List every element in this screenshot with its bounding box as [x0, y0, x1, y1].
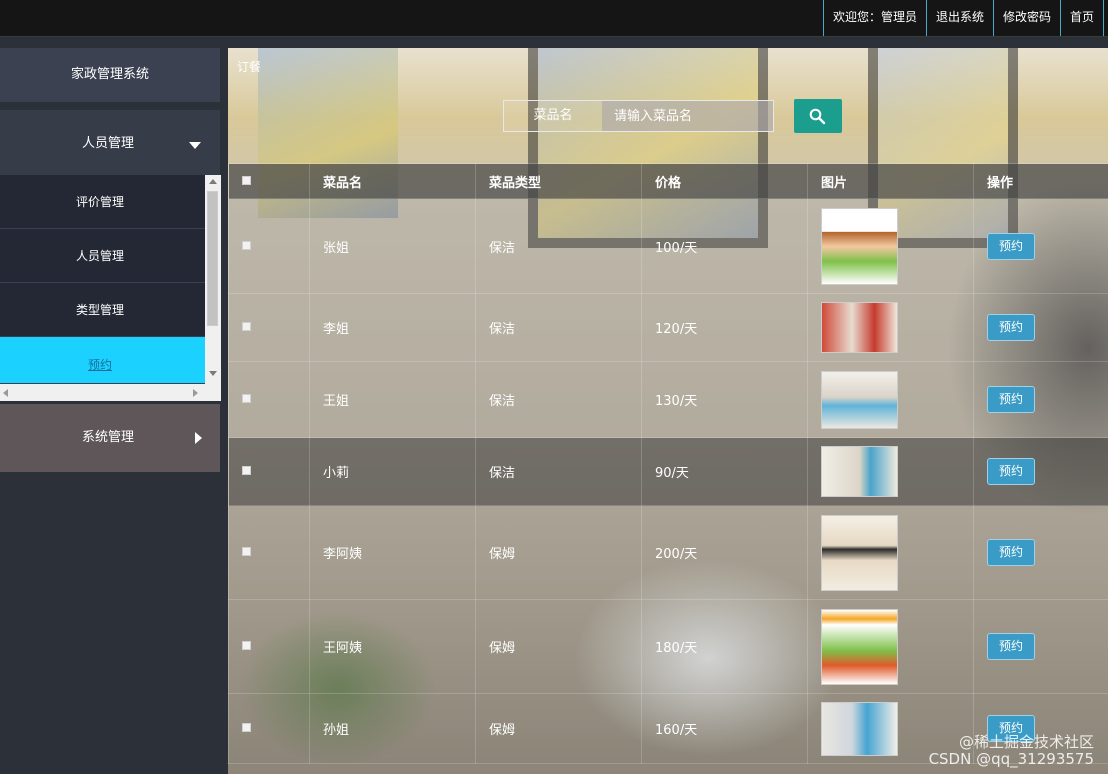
column-header: 操作 — [973, 163, 1108, 199]
row-checkbox[interactable] — [242, 723, 251, 732]
table-row: 王阿姨 保姆 180/天 预约 — [228, 599, 1108, 694]
name-cell: 王姐 — [309, 361, 476, 438]
worker-photo — [821, 370, 898, 429]
sidebar-item-booking[interactable]: 预约 — [0, 337, 205, 384]
search-icon — [809, 108, 826, 125]
sidebar-item-type[interactable]: 类型管理 — [0, 283, 205, 337]
scroll-up-icon[interactable] — [209, 179, 217, 184]
price-cell: 160/天 — [641, 693, 808, 764]
submenu-list: 评价管理 人员管理 类型管理 预约 — [0, 175, 205, 384]
price-cell: 120/天 — [641, 293, 808, 362]
sidebar-group-label: 系统管理 — [82, 430, 135, 445]
type-cell: 保洁 — [475, 293, 642, 362]
row-checkbox[interactable] — [242, 394, 251, 403]
horizontal-scrollbar[interactable] — [0, 385, 205, 401]
watermark: @稀土掘金技术社区 CSDN @qq_31293575 — [929, 734, 1094, 768]
worker-photo — [821, 446, 898, 497]
type-cell: 保姆 — [475, 505, 642, 600]
sidebar-item-personnel[interactable]: 人员管理 — [0, 229, 205, 283]
price-cell: 130/天 — [641, 361, 808, 438]
type-cell: 保洁 — [475, 198, 642, 294]
table-row: 李姐 保洁 120/天 预约 — [228, 293, 1108, 362]
search-box: 菜品名 — [503, 100, 774, 132]
scroll-right-icon[interactable] — [193, 389, 198, 397]
price-cell: 200/天 — [641, 505, 808, 600]
type-cell: 保洁 — [475, 361, 642, 438]
search-input[interactable] — [602, 101, 773, 131]
system-title: 家政管理系统 — [0, 48, 220, 102]
select-all-checkbox[interactable] — [242, 175, 251, 185]
worker-photo — [821, 302, 898, 353]
table-row: 王姐 保洁 130/天 预约 — [228, 361, 1108, 438]
sidebar: 家政管理系统 人员管理 评价管理 人员管理 类型管理 预约 系统管理 — [0, 37, 228, 774]
price-cell: 100/天 — [641, 198, 808, 294]
column-header: 图片 — [807, 163, 974, 199]
row-checkbox[interactable] — [242, 547, 251, 556]
watermark-line: CSDN @qq_31293575 — [928, 750, 1094, 768]
type-cell: 保洁 — [475, 437, 642, 506]
book-button[interactable]: 预约 — [987, 232, 1035, 260]
worker-photo — [821, 608, 898, 685]
welcome-user-link[interactable]: 欢迎您：管理员 — [822, 0, 926, 36]
book-button[interactable]: 预约 — [987, 386, 1035, 413]
worker-photo — [821, 514, 898, 591]
vertical-scrollbar[interactable] — [205, 175, 221, 385]
scrollbar-thumb[interactable] — [207, 191, 218, 326]
scroll-left-icon[interactable] — [3, 389, 8, 397]
breadcrumb: 订餐 — [237, 60, 262, 74]
row-checkbox[interactable] — [242, 322, 251, 331]
column-header: 菜品类型 — [475, 163, 642, 199]
main-content: 订餐 菜品名 菜品名 菜品类型 价格 图片 操作 — [228, 48, 1108, 774]
home-link[interactable]: 首页 — [1059, 0, 1104, 36]
name-cell: 孙姐 — [309, 693, 476, 764]
book-button[interactable]: 预约 — [987, 539, 1035, 566]
booking-table: 菜品名 菜品类型 价格 图片 操作 张姐 保洁 100/天 预约 李姐 保洁 1… — [228, 163, 1108, 764]
watermark-line: @稀土掘金技术社区 — [958, 733, 1094, 751]
sidebar-group-system[interactable]: 系统管理 — [0, 404, 220, 472]
table-header-row: 菜品名 菜品类型 价格 图片 操作 — [228, 163, 1108, 199]
name-cell: 张姐 — [309, 198, 476, 294]
logout-link[interactable]: 退出系统 — [925, 0, 993, 36]
top-nav: 欢迎您：管理员 退出系统 修改密码 首页 — [822, 0, 1104, 36]
change-password-link[interactable]: 修改密码 — [992, 0, 1060, 36]
column-header: 菜品名 — [309, 163, 476, 199]
top-bar: 欢迎您：管理员 退出系统 修改密码 首页 — [0, 0, 1108, 37]
worker-photo — [821, 207, 898, 285]
search-button[interactable] — [794, 99, 842, 133]
name-cell: 王阿姨 — [309, 599, 476, 694]
book-button[interactable]: 预约 — [987, 314, 1035, 341]
name-cell: 李阿姨 — [309, 505, 476, 600]
sidebar-group-label: 人员管理 — [82, 136, 135, 151]
type-cell: 保姆 — [475, 693, 642, 764]
price-cell: 90/天 — [641, 437, 808, 506]
price-cell: 180/天 — [641, 599, 808, 694]
sidebar-item-review[interactable]: 评价管理 — [0, 175, 205, 229]
sidebar-group-personnel[interactable]: 人员管理 — [0, 110, 220, 178]
sidebar-submenu: 评价管理 人员管理 类型管理 预约 — [0, 175, 221, 401]
name-cell: 李姐 — [309, 293, 476, 362]
search-label: 菜品名 — [533, 108, 573, 123]
scroll-down-icon[interactable] — [209, 371, 217, 376]
column-header: 价格 — [641, 163, 808, 199]
table-row: 李阿姨 保姆 200/天 预约 — [228, 505, 1108, 600]
row-checkbox[interactable] — [242, 466, 251, 475]
table-row: 张姐 保洁 100/天 预约 — [228, 198, 1108, 294]
table-row: 小莉 保洁 90/天 预约 — [228, 437, 1108, 506]
worker-photo — [821, 701, 898, 756]
type-cell: 保姆 — [475, 599, 642, 694]
select-all-cell — [228, 163, 310, 199]
caret-down-icon — [189, 142, 201, 149]
book-button[interactable]: 预约 — [987, 458, 1035, 485]
name-cell: 小莉 — [309, 437, 476, 506]
book-button[interactable]: 预约 — [987, 633, 1035, 660]
row-checkbox[interactable] — [242, 240, 251, 250]
caret-right-icon — [195, 432, 202, 444]
row-checkbox[interactable] — [242, 641, 251, 650]
